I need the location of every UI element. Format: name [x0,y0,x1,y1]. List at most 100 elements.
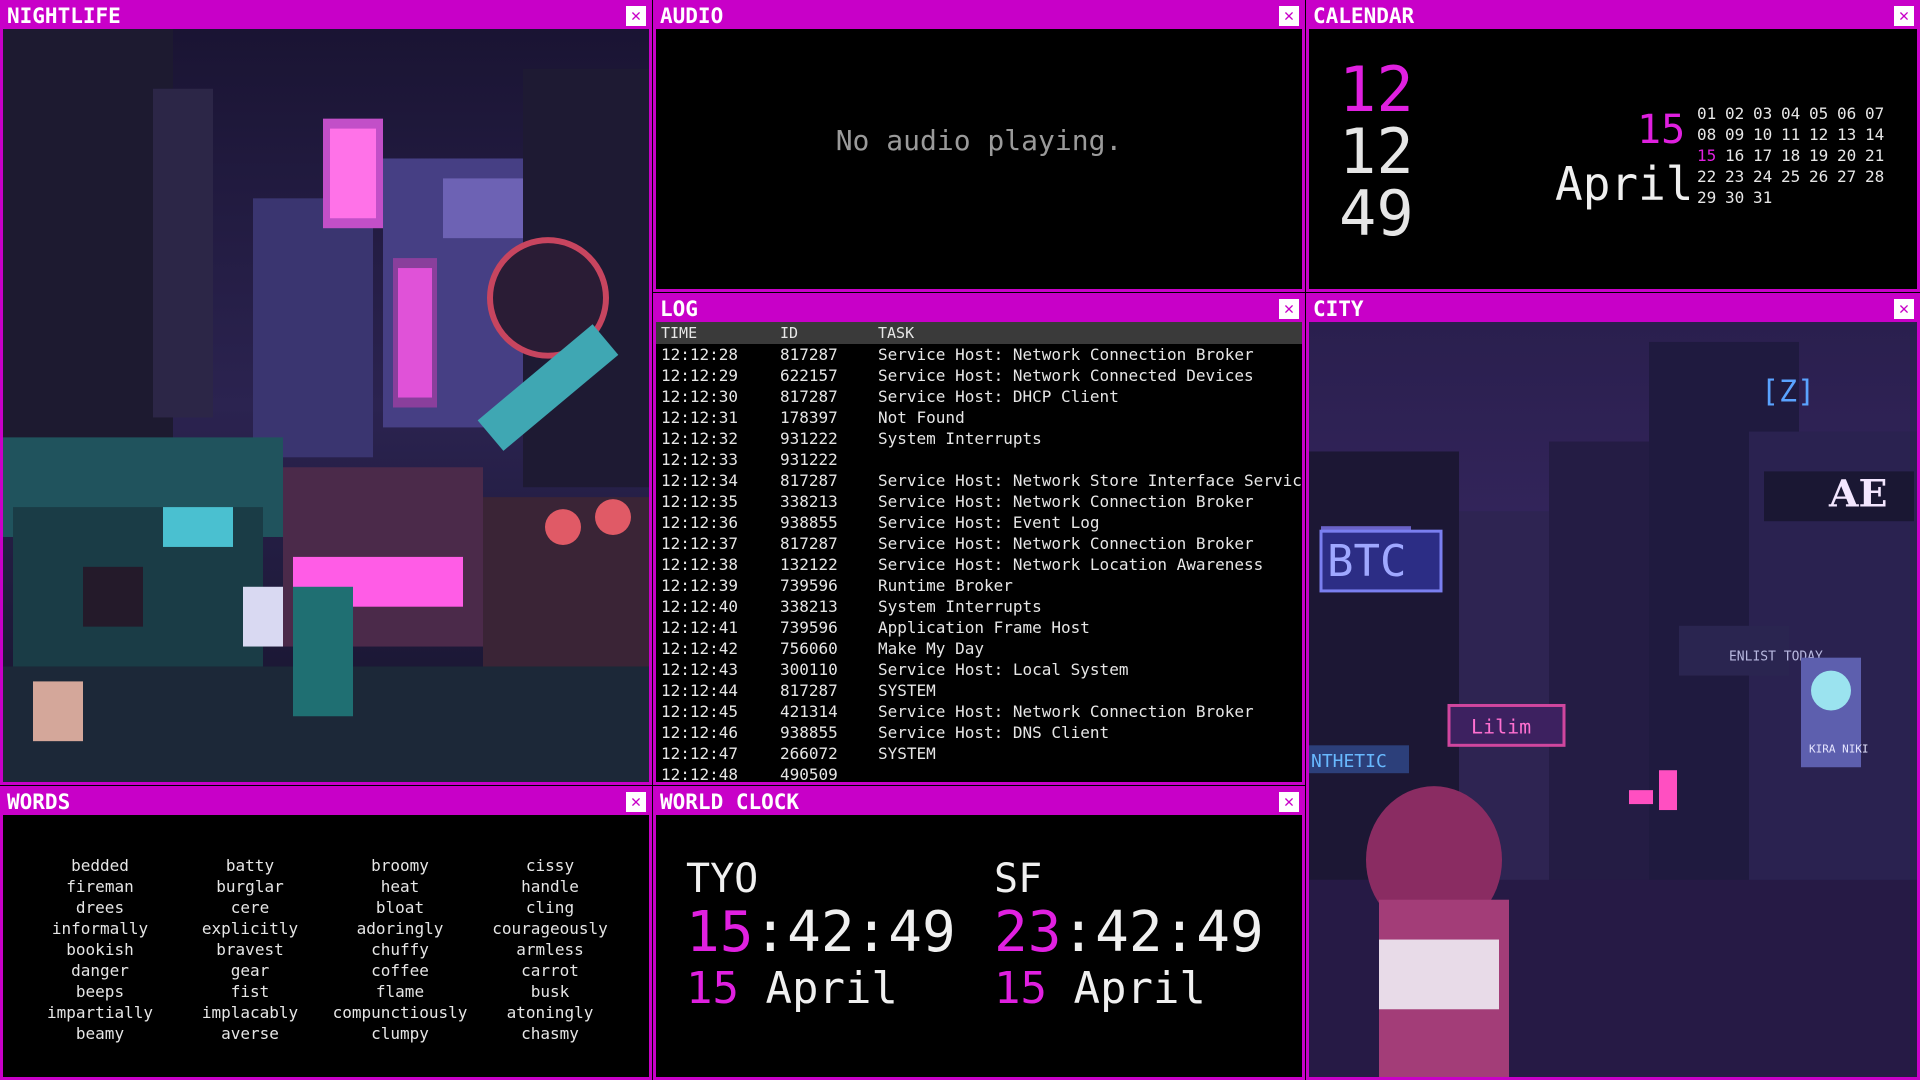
log-cell-id: 817287 [780,345,838,364]
word-item: averse [221,1024,279,1043]
close-icon[interactable]: ✕ [1894,6,1914,26]
log-cell-id: 421314 [780,702,838,721]
calendar-date[interactable]: 29 [1697,187,1725,208]
log-row[interactable]: 12:12:40 338213 System Interrupts [656,596,1302,617]
log-row[interactable]: 12:12:39 739596 Runtime Broker [656,575,1302,596]
log-row[interactable]: 12:12:43 300110 Service Host: Local System [656,659,1302,680]
word-item: courageously [492,919,608,938]
log-row[interactable]: 12:12:37 817287 Service Host: Network Conn… [656,533,1302,554]
words-column: cissy handle cling courageously armless carro… [475,855,625,1044]
audio-titlebar[interactable]: AUDIO ✕ [656,3,1302,29]
log-row[interactable]: 12:12:41 739596 Application Frame Host [656,617,1302,638]
log-row[interactable]: 12:12:31 178397 Not Found [656,407,1302,428]
words-column: bedded fireman drees informally bookish dange… [25,855,175,1044]
calendar-date[interactable]: 25 [1781,166,1809,187]
calendar-date[interactable]: 18 [1781,145,1809,166]
log-cell-task: Service Host: DHCP Client [878,387,1119,406]
city-titlebar[interactable]: CITY ✕ [1309,296,1917,322]
log-content: TIME ID TASK 12:12:28 817287 Service Host:… [656,322,1302,782]
log-cell-task: Service Host: Network Connection Broker [878,534,1254,553]
close-icon[interactable]: ✕ [626,6,646,26]
word-item: drees [75,898,125,917]
zone-hour: 23 [994,900,1062,965]
column-header-task[interactable]: TASK [878,322,914,344]
calendar-date[interactable]: 11 [1781,124,1809,145]
city-sign-ae: AE [1828,470,1887,515]
log-row[interactable]: 12:12:32 931222 System Interrupts [656,428,1302,449]
log-row[interactable]: 12:12:46 938855 Service Host: DNS Client [656,722,1302,743]
log-row[interactable]: 12:12:30 817287 Service Host: DHCP Client [656,386,1302,407]
window-title: NIGHTLIFE [7,4,121,28]
calendar-date[interactable]: 12 [1809,124,1837,145]
log-row[interactable]: 12:12:29 622157 Service Host: Network Conn… [656,365,1302,386]
calendar-date[interactable]: 01 [1697,103,1725,124]
log-row[interactable]: 12:12:42 756060 Make My Day [656,638,1302,659]
log-row[interactable]: 12:12:28 817287 Service Host: Network Conn… [656,344,1302,365]
calendar-date[interactable]: 16 [1725,145,1753,166]
close-icon[interactable]: ✕ [626,792,646,812]
calendar-date[interactable]: 24 [1753,166,1781,187]
log-cell-time: 12:12:43 [661,660,739,679]
log-row[interactable]: 12:12:38 132122 Service Host: Network Loca… [656,554,1302,575]
word-item: bravest [216,940,284,959]
log-row[interactable]: 12:12:47 266072 SYSTEM [656,743,1302,764]
log-row[interactable]: 12:12:33 931222 [656,449,1302,470]
calendar-date[interactable]: 02 [1725,103,1753,124]
close-icon[interactable]: ✕ [1279,299,1299,319]
calendar-date[interactable]: 14 [1865,124,1893,145]
calendar-date[interactable]: 23 [1725,166,1753,187]
column-header-id[interactable]: ID [780,322,798,344]
log-cell-time: 12:12:41 [661,618,739,637]
column-header-time[interactable]: TIME [661,322,697,344]
world-clock-titlebar[interactable]: WORLD CLOCK ✕ [656,789,1302,815]
zone-date: 15 April [686,963,956,1015]
zone-minsec: :42:49 [1061,900,1264,965]
calendar-date[interactable]: 20 [1837,145,1865,166]
word-item: busk [530,982,570,1001]
calendar-date[interactable]: 09 [1725,124,1753,145]
word-item: adoringly [356,919,444,938]
calendar-titlebar[interactable]: CALENDAR ✕ [1309,3,1917,29]
log-row[interactable]: 12:12:48 490509 [656,764,1302,782]
calendar-date[interactable]: 07 [1865,103,1893,124]
close-icon[interactable]: ✕ [1279,792,1299,812]
calendar-date[interactable]: 05 [1809,103,1837,124]
log-cell-id: 938855 [780,723,838,742]
zone-time: 23:42:49 [994,903,1264,963]
calendar-date[interactable]: 30 [1725,187,1753,208]
calendar-week: 15 16 17 18 19 20 21 [1697,145,1893,166]
calendar-date[interactable]: 06 [1837,103,1865,124]
calendar-date[interactable]: 04 [1781,103,1809,124]
calendar-date[interactable]: 27 [1837,166,1865,187]
calendar-date[interactable]: 26 [1809,166,1837,187]
nightlife-titlebar[interactable]: NIGHTLIFE ✕ [3,3,649,29]
zone-day: 15 [686,963,739,1014]
calendar-date[interactable]: 21 [1865,145,1893,166]
close-icon[interactable]: ✕ [1894,299,1914,319]
log-titlebar[interactable]: LOG ✕ [656,296,1302,322]
log-row[interactable]: 12:12:35 338213 Service Host: Network Conn… [656,491,1302,512]
calendar-date[interactable]: 22 [1697,166,1725,187]
calendar-date[interactable]: 17 [1753,145,1781,166]
calendar-date[interactable]: 19 [1809,145,1837,166]
log-row[interactable]: 12:12:45 421314 Service Host: Network Conn… [656,701,1302,722]
calendar-date[interactable]: 31 [1753,187,1781,208]
close-icon[interactable]: ✕ [1279,6,1299,26]
window-title: LOG [660,297,698,321]
log-cell-id: 739596 [780,618,838,637]
calendar-date[interactable]: 28 [1865,166,1893,187]
calendar-date[interactable]: 10 [1753,124,1781,145]
log-cell-time: 12:12:30 [661,387,739,406]
log-row[interactable]: 12:12:44 817287 SYSTEM [656,680,1302,701]
words-column: broomy heat bloat adoringly chuffy coffee flam… [325,855,475,1044]
calendar-date[interactable]: 15 [1697,145,1725,166]
log-row[interactable]: 12:12:36 938855 Service Host: Event Log [656,512,1302,533]
window-title: AUDIO [660,4,724,28]
log-cell-id: 756060 [780,639,838,658]
log-row[interactable]: 12:12:34 817287 Service Host: Network Stor… [656,470,1302,491]
words-titlebar[interactable]: WORDS ✕ [3,789,649,815]
calendar-date[interactable]: 08 [1697,124,1725,145]
calendar-date[interactable]: 13 [1837,124,1865,145]
word-item: broomy [371,856,429,875]
calendar-date[interactable]: 03 [1753,103,1781,124]
